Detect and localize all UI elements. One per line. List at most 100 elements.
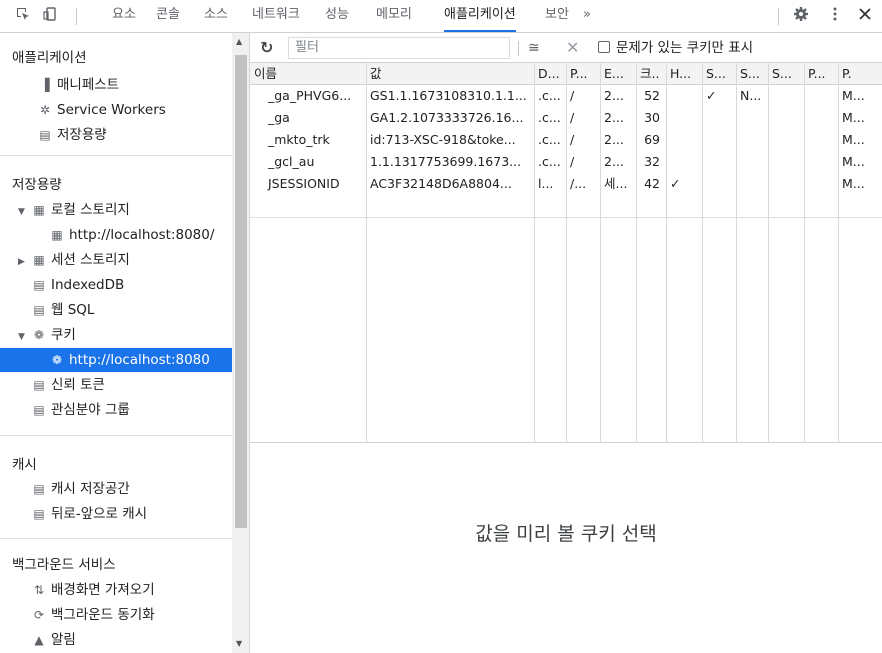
- table-cell: .c...: [538, 88, 561, 103]
- column-divider[interactable]: [636, 63, 637, 442]
- database-icon: ▤: [33, 378, 45, 392]
- cookies-panel: ↻ 필터 ≅ ✕ 문제가 있는 쿠키만 표시 이름 값 D... P... E... 크.…: [250, 33, 882, 653]
- column-divider[interactable]: [804, 63, 805, 442]
- document-icon: ▐: [40, 78, 50, 92]
- expand-right-icon[interactable]: ▶: [18, 250, 30, 274]
- table-cell: 2...: [604, 132, 624, 147]
- table-cell: [804, 151, 838, 173]
- sidebar-item-notifications[interactable]: ▲ 알림: [30, 628, 75, 652]
- settings-gear-icon[interactable]: [790, 6, 812, 26]
- more-options-icon[interactable]: [824, 6, 846, 26]
- tab-4[interactable]: 성능: [325, 0, 349, 32]
- sidebar-item-local-storage-origin[interactable]: ▦ http://localhost:8080/: [48, 223, 214, 247]
- sidebar-item-indexeddb[interactable]: ▤ IndexedDB: [30, 273, 124, 297]
- column-header[interactable]: H...: [666, 63, 702, 85]
- tab-5[interactable]: 메모리: [376, 0, 412, 32]
- sidebar-scrollbar[interactable]: ▲ ▼: [232, 33, 250, 653]
- table-cell: _gcl_au: [268, 154, 315, 169]
- table-cell: M...: [842, 132, 865, 147]
- close-devtools-icon[interactable]: [854, 6, 876, 26]
- table-cell: /: [570, 154, 575, 169]
- table-cell: _ga: [268, 110, 290, 125]
- tab-1[interactable]: 콘솔: [156, 0, 180, 32]
- table-cell: N...: [740, 88, 762, 103]
- sidebar-item-manifest[interactable]: ▐ 매니페스트: [36, 73, 119, 97]
- sidebar-item-service-workers[interactable]: ✲ Service Workers: [36, 98, 166, 122]
- sidebar-item-interest-groups[interactable]: ▤ 관심분야 그룹: [30, 398, 129, 422]
- table-cell: M...: [842, 154, 865, 169]
- column-divider[interactable]: [600, 63, 601, 442]
- filter-input[interactable]: 필터: [288, 37, 510, 59]
- scroll-down-icon[interactable]: ▼: [236, 639, 242, 648]
- sidebar-item-trust-tokens[interactable]: ▤ 신뢰 토큰: [30, 373, 105, 397]
- sidebar-item-session-storage[interactable]: ▶ ▦ 세션 스토리지: [18, 248, 130, 272]
- tab-2[interactable]: 소스: [204, 0, 228, 32]
- table-cell: /: [570, 132, 575, 147]
- table-cell: [736, 129, 768, 151]
- issues-only-label: 문제가 있는 쿠키만 표시: [616, 40, 754, 56]
- sidebar-item-background-sync[interactable]: ⟳ 백그라운드 동기화: [30, 603, 155, 627]
- tab-7[interactable]: 보안: [545, 0, 569, 32]
- table-cell: .c...: [538, 154, 561, 169]
- table-cell: GS1.1.1673108310.1.1...: [370, 88, 527, 103]
- column-header[interactable]: 값: [366, 63, 534, 85]
- sidebar-item-bfcache[interactable]: ▤ 뒤로-앞으로 캐시: [30, 502, 147, 526]
- scroll-up-icon[interactable]: ▲: [236, 37, 242, 46]
- scrollbar-thumb[interactable]: [235, 55, 247, 528]
- sidebar-item-cache-storage[interactable]: ▤ 캐시 저장공간: [30, 477, 129, 501]
- column-divider[interactable]: [534, 63, 535, 442]
- grid-icon: ▦: [33, 203, 45, 217]
- column-header[interactable]: S...: [768, 63, 804, 85]
- table-cell: 2...: [604, 110, 624, 125]
- column-divider[interactable]: [702, 63, 703, 442]
- column-divider[interactable]: [366, 63, 367, 442]
- refresh-icon[interactable]: ↻: [260, 37, 280, 59]
- column-divider[interactable]: [768, 63, 769, 442]
- cookies-table: 이름 값 D... P... E... 크.. H... S... S... S... P... P.…: [250, 63, 882, 443]
- table-cell: M...: [842, 88, 865, 103]
- gear-icon: ✲: [39, 103, 51, 117]
- table-cell: id:713-XSC-918&toke...: [370, 132, 516, 147]
- tab-0[interactable]: 요소: [112, 0, 136, 32]
- expand-down-icon[interactable]: ▼: [18, 200, 30, 224]
- sidebar-item-storage[interactable]: ▤ 저장용량: [36, 123, 106, 147]
- inspect-element-icon[interactable]: [12, 6, 34, 26]
- grid-icon: ▦: [33, 253, 45, 267]
- column-divider[interactable]: [838, 63, 839, 442]
- table-cell: [768, 173, 804, 195]
- sidebar-item-websql[interactable]: ▤ 웹 SQL: [30, 298, 94, 322]
- sidebar-item-cookies[interactable]: ▼ ❁ 쿠키: [18, 323, 76, 347]
- column-header[interactable]: 이름: [250, 63, 366, 85]
- column-header[interactable]: P...: [566, 63, 600, 85]
- table-cell: 32: [644, 154, 660, 169]
- device-toolbar-icon[interactable]: [40, 6, 62, 26]
- tab-3[interactable]: 네트워크: [252, 0, 300, 32]
- sidebar-item-background-fetch[interactable]: ⇅ 배경화면 가져오기: [30, 578, 155, 602]
- column-divider[interactable]: [566, 63, 567, 442]
- table-cell: [768, 151, 804, 173]
- section-application-title: 애플리케이션: [12, 50, 87, 66]
- table-cell: .c...: [538, 110, 561, 125]
- column-header[interactable]: P.: [838, 63, 882, 85]
- table-cell: _ga_PHVG6...: [268, 88, 352, 103]
- sidebar-item-cookies-origin[interactable]: ❁ http://localhost:8080: [0, 348, 232, 372]
- column-divider[interactable]: [736, 63, 737, 442]
- column-header[interactable]: E...: [600, 63, 636, 85]
- table-cell: /: [570, 88, 575, 103]
- column-divider[interactable]: [666, 63, 667, 442]
- tab-8[interactable]: »: [583, 0, 591, 32]
- clear-filtered-cookies-icon[interactable]: ≅: [528, 38, 548, 58]
- tab-6[interactable]: 애플리케이션: [444, 0, 516, 32]
- empty-preview-message: 값을 미리 볼 쿠키 선택: [475, 523, 657, 545]
- issues-only-checkbox[interactable]: [598, 41, 610, 53]
- column-header[interactable]: 크..: [636, 63, 666, 85]
- column-header[interactable]: P...: [804, 63, 838, 85]
- delete-selected-icon[interactable]: ✕: [566, 38, 584, 58]
- sidebar-item-local-storage[interactable]: ▼ ▦ 로컬 스토리지: [18, 198, 130, 222]
- expand-down-icon[interactable]: ▼: [18, 325, 30, 349]
- table-cell: 1.1.1317753699.1673...: [370, 154, 522, 169]
- column-header[interactable]: S...: [702, 63, 736, 85]
- column-header[interactable]: S...: [736, 63, 768, 85]
- column-header[interactable]: D...: [534, 63, 566, 85]
- table-cell: 30: [644, 110, 660, 125]
